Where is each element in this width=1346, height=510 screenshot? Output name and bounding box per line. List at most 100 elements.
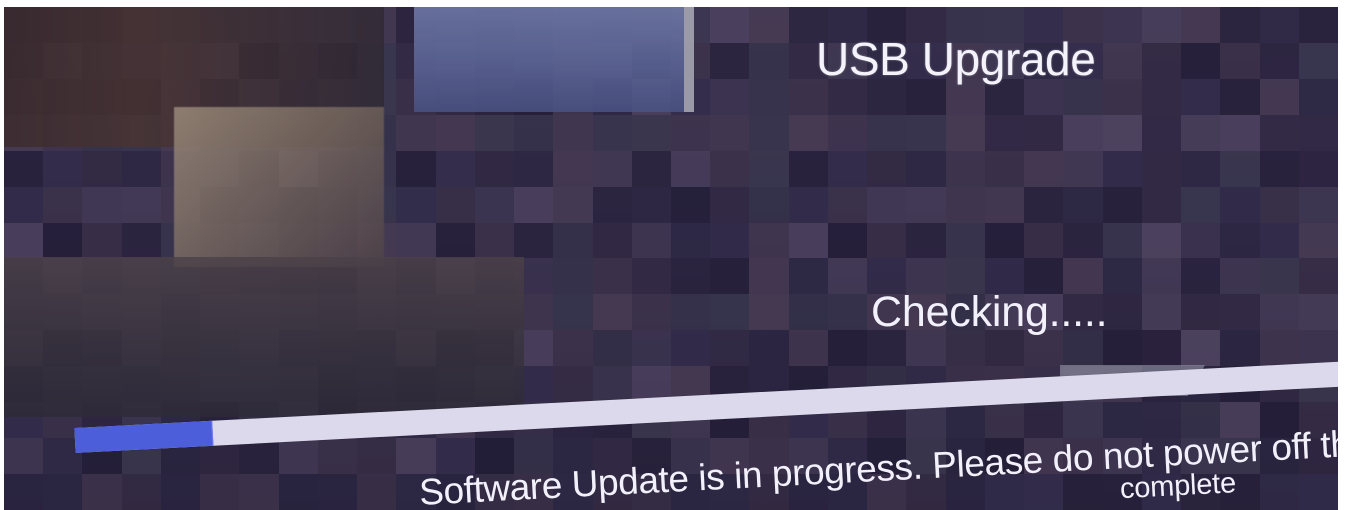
mosaic-cell [239,474,279,510]
mosaic-cell [1220,42,1260,79]
mosaic-cell [1259,474,1299,510]
mosaic-cell [1220,150,1260,187]
mosaic-cell [396,150,436,187]
mosaic-cell [671,150,711,187]
mosaic-cell [867,222,907,259]
mosaic-cell [945,150,985,187]
mosaic-cell [1102,42,1142,79]
mosaic-cell [435,150,475,187]
mosaic-cell [592,150,632,187]
mosaic-cell [1298,114,1338,151]
mosaic-cell [631,186,671,223]
mosaic-cell [1141,258,1182,295]
mosaic-cell [1259,42,1299,79]
mosaic-cell [553,258,593,295]
mosaic-cell [1181,330,1221,367]
mosaic-cell [553,330,593,367]
mosaic-cell [160,474,201,510]
mosaic-cell [1102,150,1142,187]
mosaic-cell [788,330,828,367]
mosaic-cell [1298,330,1338,367]
mosaic-cell [4,474,44,510]
mosaic-cell [631,258,671,295]
mosaic-cell [1220,186,1260,223]
mosaic-cell [1298,222,1338,259]
mosaic-cell [827,186,868,223]
mosaic-cell [1063,186,1103,223]
mosaic-cell [1298,78,1338,115]
mosaic-cell [592,258,632,295]
mosaic-cell [121,222,161,259]
mosaic-cell [788,294,828,331]
mosaic-cell [827,222,868,259]
mosaic-cell [1259,78,1299,115]
mosaic-cell [631,330,671,367]
mosaic-cell [317,438,358,475]
warning-message-line-2: complete [1119,467,1237,506]
mosaic-cell [553,114,593,151]
mosaic-cell [749,186,789,223]
mosaic-cell [671,330,711,367]
mosaic-cell [1259,258,1299,295]
mosaic-cell [1181,150,1221,187]
tv-screen: USB Upgrade Checking..... Software Updat… [4,7,1338,510]
mosaic-cell [710,7,750,43]
blurred-person-face [174,107,384,267]
mosaic-cell [1181,42,1221,79]
mosaic-cell [671,294,711,331]
mosaic-cell [1220,7,1260,43]
mosaic-cell [671,258,711,295]
mosaic-cell [1102,222,1142,259]
mosaic-cell [710,222,750,259]
mosaic-cell [1298,258,1338,295]
mosaic-cell [788,150,828,187]
mosaic-cell [1181,222,1221,259]
mosaic-cell [1141,7,1182,43]
mosaic-cell [710,78,750,115]
mosaic-cell [749,78,789,115]
mosaic-cell [121,186,161,223]
mosaic-cell [827,330,868,367]
mosaic-cell [43,186,83,223]
mosaic-cell [592,114,632,151]
mosaic-cell [1063,114,1103,151]
mosaic-cell [1181,7,1221,43]
mosaic-cell [592,366,632,403]
mosaic-cell [671,186,711,223]
mosaic-cell [278,438,318,475]
mosaic-cell [945,114,985,151]
mosaic-cell [474,114,515,151]
mosaic-cell [357,474,397,510]
mosaic-cell [514,114,554,151]
mosaic-cell [474,186,515,223]
mosaic-cell [1220,330,1260,367]
mosaic-cell [514,186,554,223]
mosaic-cell [788,186,828,223]
mosaic-cell [827,258,868,295]
mosaic-cell [553,294,593,331]
mosaic-cell [1220,114,1260,151]
mosaic-cell [121,474,161,510]
mosaic-cell [906,150,946,187]
mosaic-cell [906,222,946,259]
mosaic-cell [984,222,1025,259]
mosaic-cell [867,114,907,151]
mosaic-cell [1259,114,1299,151]
mosaic-cell [592,186,632,223]
mosaic-cell [1181,186,1221,223]
mosaic-cell [749,114,789,151]
mosaic-cell [474,150,515,187]
mosaic-cell [514,150,554,187]
mosaic-cell [435,114,475,151]
mosaic-cell [749,294,789,331]
mosaic-cell [1141,330,1182,367]
mosaic-cell [1298,186,1338,223]
mosaic-cell [1181,78,1221,115]
mosaic-cell [631,222,671,259]
mosaic-cell [945,186,985,223]
mosaic-cell [1141,42,1182,79]
mosaic-cell [710,186,750,223]
mosaic-cell [1102,186,1142,223]
mosaic-cell [984,114,1025,151]
mosaic-cell [1063,222,1103,259]
